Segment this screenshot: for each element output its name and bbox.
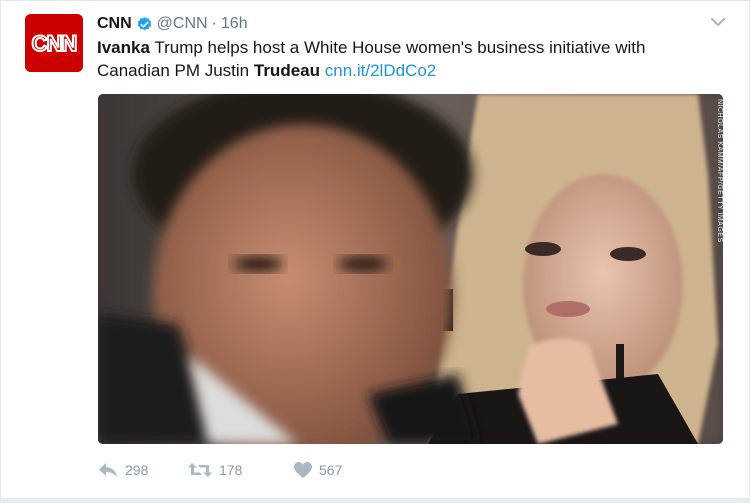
retweet-button[interactable]: 178 [187, 461, 293, 479]
retweet-count: 178 [219, 462, 243, 478]
tweet-photo[interactable]: NICHOLAS KAMM/AFP/GETTY IMAGES [98, 94, 723, 444]
cnn-logo-icon: CNN [25, 14, 83, 72]
tweet-actions: 298 178 567 [97, 459, 342, 481]
tweet-card[interactable]: CNN CNN @CNN · 16h Ivanka Trump helps ho… [0, 0, 750, 499]
account-name[interactable]: CNN [97, 15, 132, 33]
chevron-down-icon[interactable] [709, 15, 727, 29]
header-separator: · [211, 15, 217, 32]
verified-badge-icon [136, 16, 153, 33]
photo-image: NICHOLAS KAMM/AFP/GETTY IMAGES [98, 94, 723, 444]
photo-credit: NICHOLAS KAMM/AFP/GETTY IMAGES [716, 99, 723, 243]
account-handle[interactable]: @CNN [157, 15, 208, 33]
tweet-header: CNN @CNN · 16h [97, 13, 248, 35]
tweet-text: Ivanka Trump helps host a White House wo… [97, 36, 717, 82]
retweet-icon [188, 463, 212, 477]
reply-icon [99, 463, 117, 477]
svg-text:CNN: CNN [32, 31, 77, 56]
like-button[interactable]: 567 [293, 461, 342, 479]
like-count: 567 [319, 462, 343, 478]
reply-button[interactable]: 298 [97, 461, 187, 479]
reply-count: 298 [125, 462, 149, 478]
tweet-timestamp[interactable]: 16h [221, 15, 248, 33]
hashtag-trudeau: Trudeau [253, 61, 320, 80]
cnn-avatar[interactable]: CNN [25, 14, 83, 72]
tweet-link[interactable]: cnn.it/2lDdCo2 [325, 61, 437, 80]
hashtag-ivanka: Ivanka [97, 38, 150, 57]
heart-icon [294, 462, 312, 478]
